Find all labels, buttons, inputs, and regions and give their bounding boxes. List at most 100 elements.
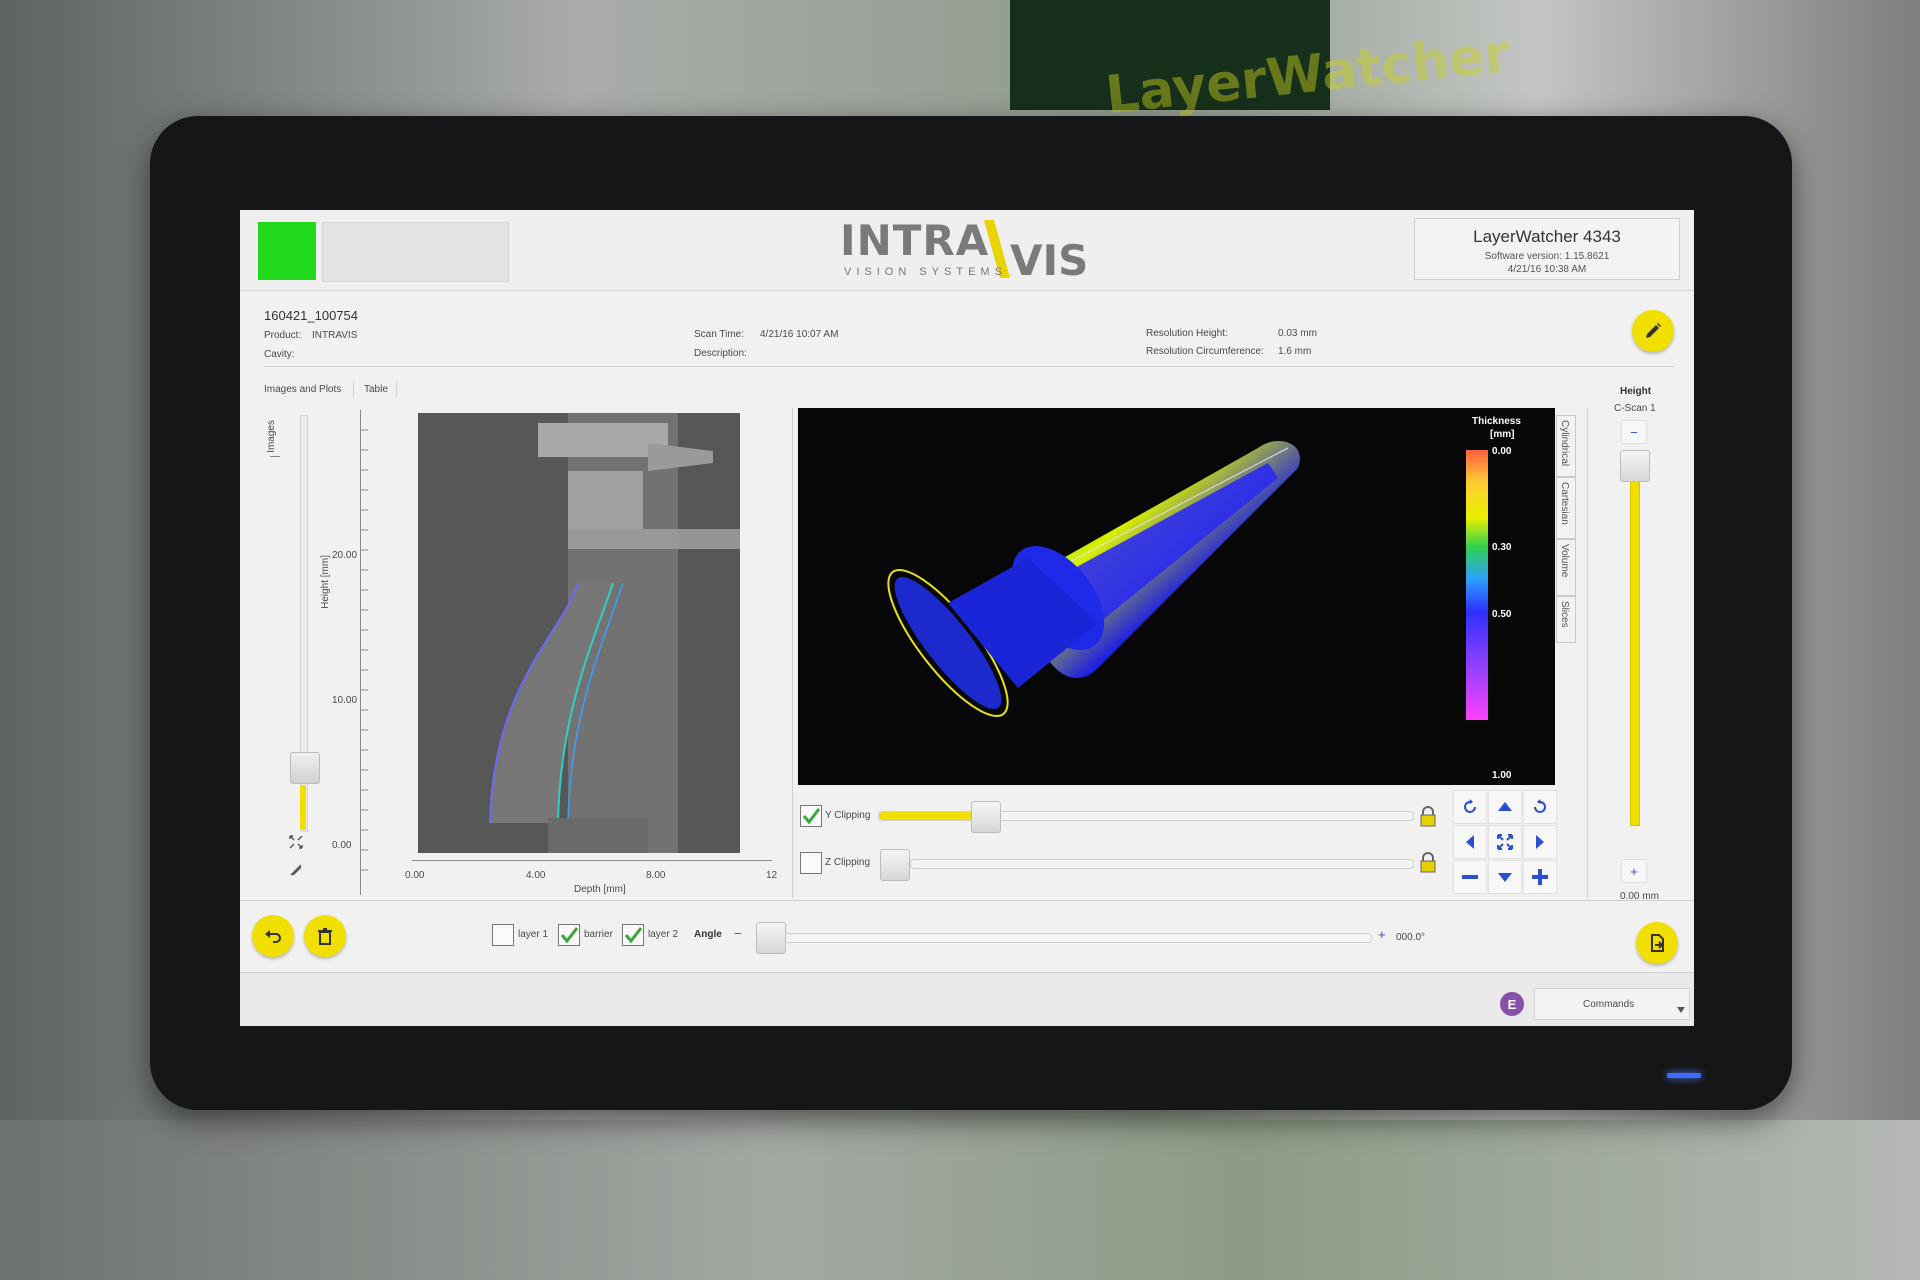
footer xyxy=(240,972,1694,1026)
measure-icon[interactable] xyxy=(288,862,304,878)
commands-dropdown[interactable]: Commands xyxy=(1534,988,1690,1020)
height-slider-thumb[interactable] xyxy=(1620,450,1650,482)
scan-x-axis-label: Depth [mm] xyxy=(574,884,626,895)
right-panel-divider xyxy=(1587,408,1588,898)
app-title: LayerWatcher 4343 xyxy=(1473,227,1621,246)
rotate-left-button[interactable] xyxy=(1453,790,1487,824)
resolution-height-value: 0.03 mm xyxy=(1278,328,1317,339)
description-label: Description: xyxy=(694,348,747,359)
arrow-down-icon xyxy=(1498,873,1512,882)
scan-x-axis xyxy=(412,860,772,861)
colorbar-tick-050: 0.50 xyxy=(1492,609,1512,620)
background-sign: LayerWatcher xyxy=(1010,0,1513,126)
minus-icon xyxy=(1462,875,1478,879)
scan-x-tick-8: 8.00 xyxy=(646,870,666,881)
angle-slider[interactable] xyxy=(770,933,1372,943)
images-slider-label: Images xyxy=(266,420,277,453)
height-minus-button[interactable]: − xyxy=(1621,420,1647,444)
zoom-in-button[interactable] xyxy=(1523,860,1557,894)
cavity-label: Cavity: xyxy=(264,349,295,360)
app-screen: INTRA VIS VISION SYSTEMS LayerWatcher 43… xyxy=(240,210,1694,1026)
tab-cartesian-label: Cartesian xyxy=(1559,482,1570,525)
scan-y-tick-10: 10.00 xyxy=(332,695,358,706)
height-plus-label: + xyxy=(1630,863,1638,879)
tab-slices[interactable]: Slices xyxy=(1556,596,1576,643)
colorbar-tick-030: 0.30 xyxy=(1492,542,1512,553)
scan-y-ticks xyxy=(360,429,368,871)
scan-x-tick-12: 12 xyxy=(766,870,778,881)
angle-value: 000.0° xyxy=(1396,932,1426,943)
lock-icon[interactable] xyxy=(1418,852,1438,874)
export-button[interactable] xyxy=(1636,922,1678,964)
plus-icon xyxy=(1532,869,1548,885)
zoom-out-button[interactable] xyxy=(1453,860,1487,894)
product-label: Product: xyxy=(264,330,302,341)
info-divider xyxy=(264,366,1674,367)
trash-icon xyxy=(318,928,332,945)
tab-volume-label: Volume xyxy=(1559,544,1570,578)
scan-image[interactable] xyxy=(418,413,740,853)
tab-cylindrical[interactable]: Cylindrical xyxy=(1556,415,1576,477)
scan-id: 160421_100754 xyxy=(264,308,358,323)
angle-minus-button[interactable]: − xyxy=(734,926,742,941)
y-clipping-fill xyxy=(879,812,985,820)
layer1-checkbox[interactable] xyxy=(492,924,514,946)
software-version: Software version: 1.15.8621 xyxy=(1484,251,1610,262)
angle-label: Angle xyxy=(694,929,722,940)
rotate-left-icon xyxy=(1464,799,1476,813)
edit-button[interactable] xyxy=(1632,310,1674,352)
tab-separator xyxy=(396,380,397,398)
status-bar xyxy=(322,222,509,282)
commands-label: Commands xyxy=(1583,999,1635,1010)
tab-separator xyxy=(353,380,354,398)
e-badge[interactable]: E xyxy=(1500,992,1524,1016)
fit-icon[interactable] xyxy=(288,834,304,850)
colorbar-tick-0: 0.00 xyxy=(1492,446,1512,457)
barrier-label: barrier xyxy=(584,929,613,940)
delete-button[interactable] xyxy=(304,915,346,957)
fit-view-button[interactable] xyxy=(1488,825,1522,859)
images-slider-thumb[interactable] xyxy=(290,752,320,784)
view3d-preform-render xyxy=(887,440,1488,720)
logo-subtitle: VISION SYSTEMS xyxy=(844,266,1007,278)
z-clipping-thumb[interactable] xyxy=(880,849,910,881)
z-clipping-slider[interactable] xyxy=(910,859,1414,869)
lock-icon[interactable] xyxy=(1418,806,1438,828)
angle-slider-thumb[interactable] xyxy=(756,922,786,954)
z-clipping-label: Z Clipping xyxy=(825,857,871,868)
images-slider-fill xyxy=(300,785,306,830)
move-up-button[interactable] xyxy=(1488,790,1522,824)
tab-cartesian[interactable]: Cartesian xyxy=(1556,477,1576,539)
tab-images-and-plots[interactable]: Images and Plots xyxy=(264,384,341,395)
colorbar-tick-100: 1.00 xyxy=(1492,770,1512,781)
expand-icon xyxy=(1497,834,1513,850)
rotate-right-button[interactable] xyxy=(1523,790,1557,824)
resolution-circumference-value: 1.6 mm xyxy=(1278,346,1312,357)
move-left-button[interactable] xyxy=(1453,825,1487,859)
height-plus-button[interactable]: + xyxy=(1621,859,1647,883)
arrow-left-icon xyxy=(1466,835,1474,849)
height-slider-track[interactable] xyxy=(1630,452,1640,826)
images-slider-tick xyxy=(270,456,280,457)
undo-button[interactable] xyxy=(252,915,294,957)
scan-y-tick-0: 0.00 xyxy=(332,840,352,851)
y-clipping-checkbox[interactable] xyxy=(800,805,822,827)
height-subtitle: C-Scan 1 xyxy=(1614,403,1656,414)
logo-intra: INTRA xyxy=(840,216,990,265)
move-down-button[interactable] xyxy=(1488,860,1522,894)
z-clipping-checkbox[interactable] xyxy=(800,852,822,874)
layer2-label: layer 2 xyxy=(648,929,679,940)
barrier-checkbox[interactable] xyxy=(558,924,580,946)
colorbar-title-2: [mm] xyxy=(1490,429,1515,440)
tab-volume[interactable]: Volume xyxy=(1556,539,1576,596)
y-clipping-label: Y Clipping xyxy=(825,810,871,821)
view3d-canvas[interactable] xyxy=(798,408,1555,785)
app-datetime: 4/21/16 10:38 AM xyxy=(1507,264,1587,275)
layer2-checkbox[interactable] xyxy=(622,924,644,946)
move-right-button[interactable] xyxy=(1523,825,1557,859)
y-clipping-thumb[interactable] xyxy=(971,801,1001,833)
tab-table[interactable]: Table xyxy=(364,384,388,395)
header: INTRA VIS VISION SYSTEMS LayerWatcher 43… xyxy=(240,210,1694,291)
angle-plus-button[interactable]: + xyxy=(1378,927,1386,942)
colorbar-title-1: Thickness xyxy=(1472,416,1521,427)
